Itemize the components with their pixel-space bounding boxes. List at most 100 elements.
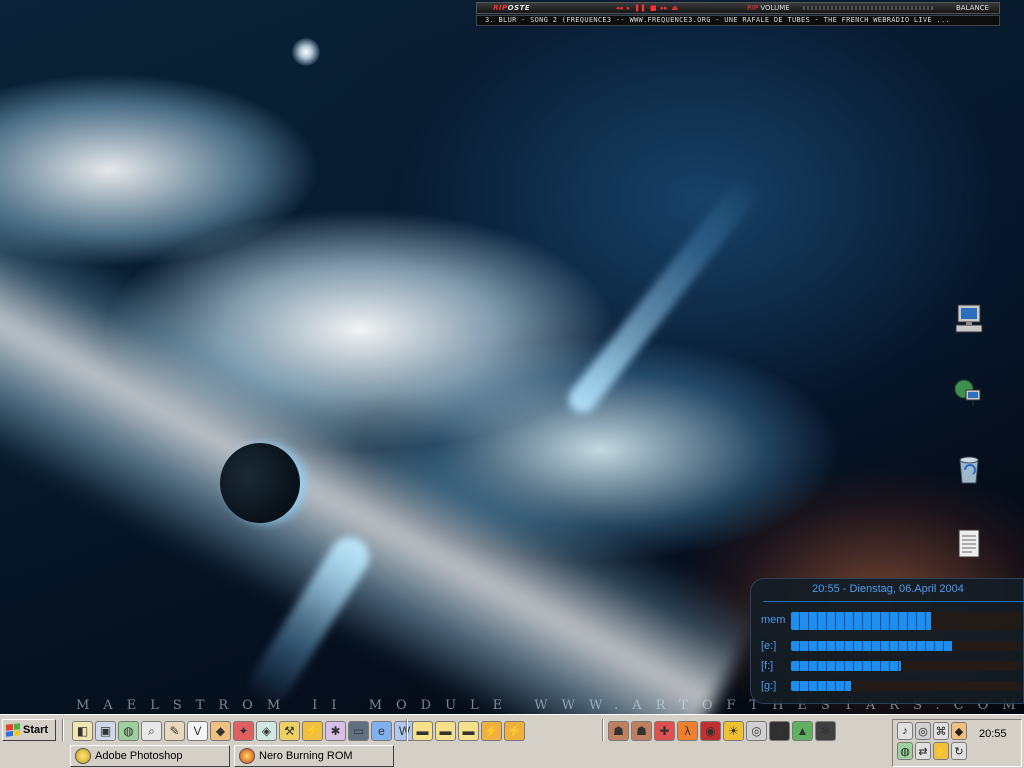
previous-button[interactable]: ◂◂ [616, 4, 623, 12]
galaxy-band [0, 140, 763, 714]
folder-icon[interactable]: ▬ [458, 721, 479, 741]
task-label: Nero Burning ROM [259, 750, 353, 762]
monitor-row-mem: mem [761, 612, 1021, 630]
computer-icon [955, 304, 983, 333]
drive-e-usage-fill [791, 641, 952, 651]
light-jet-upper [562, 172, 764, 419]
monitor-divider [763, 601, 1024, 602]
nero-icon [239, 748, 255, 764]
folder-icon[interactable]: ▬ [435, 721, 456, 741]
drive-g-usage-bar [791, 681, 1021, 691]
system-monitor-widget: 20:55 - Dienstag, 06.April 2004 mem [e:]… [750, 578, 1024, 704]
sierra-icon[interactable]: ▲ [792, 721, 813, 741]
paw-icon[interactable]: ✻ [815, 721, 836, 741]
player-logo[interactable]: RIPOSTE [477, 4, 557, 12]
vbasic-icon[interactable]: V [187, 721, 208, 741]
memory-usage-bar [791, 612, 1021, 630]
dreamweaver-icon[interactable]: ◈ [256, 721, 277, 741]
speaker-icon[interactable]: ♪ [897, 722, 913, 740]
disc-icon[interactable]: ◎ [746, 721, 767, 741]
drive-f-usage-bar [791, 661, 1021, 671]
start-button[interactable]: Start [2, 719, 56, 741]
game-icon[interactable]: ☗ [631, 721, 652, 741]
half-life-icon[interactable]: λ [677, 721, 698, 741]
pause-button[interactable]: ❚❚ [634, 4, 646, 12]
quicklaunch-group-2: ▬ ▬ ▬ ⚡ ⚡ [412, 720, 525, 742]
quicklaunch-separator [62, 719, 64, 741]
drive-g-usage-fill [791, 681, 851, 691]
quicklaunch-group-1: ◧ ▣ ◍ ⌕ ✎ V ◆ ✦ ◈ ⚒ ⚡ ✱ ▭ e W [72, 720, 415, 742]
update-icon[interactable]: ↻ [951, 742, 967, 760]
recycle-bin-desktop-icon[interactable] [950, 450, 988, 488]
network-icon [954, 379, 981, 406]
brush-icon[interactable]: ✎ [164, 721, 185, 741]
quake-icon[interactable]: ◉ [700, 721, 721, 741]
taskbar-clock[interactable]: 20:55 [979, 728, 1007, 740]
eject-button[interactable]: ⏏ [672, 4, 679, 12]
notepad-icon [958, 529, 980, 558]
monitor-row-label: mem [761, 614, 786, 626]
app-icon[interactable]: ◆ [951, 722, 967, 740]
search-icon[interactable]: ⌕ [141, 721, 162, 741]
player-controls: ◂◂ ▸ ❚❚ ■ ▸▸ ⏏ [557, 4, 737, 12]
tray-icons: ♪ ◎ ⌘ ◆ ◍ ⇄ ⚡ ↻ [897, 722, 969, 760]
taskbar: Start ◧ ▣ ◍ ⌕ ✎ V ◆ ✦ ◈ ⚒ ⚡ ✱ ▭ e W ▬ ▬ ▬ ⚡ ⚡ ☗ ☗ ✚ λ ◉ ☀ ◎ ● ▲ ✻ A… [0, 714, 1024, 768]
my-computer-desktop-icon[interactable] [950, 300, 988, 338]
task-buttons: Adobe Photoshop Nero Burning ROM [70, 745, 394, 768]
monitor-row-drive-f: [f:] [761, 658, 1021, 674]
monitor-row-drive-g: [g:] [761, 678, 1021, 694]
cross-icon[interactable]: ✚ [654, 721, 675, 741]
planet [220, 443, 300, 523]
network-places-desktop-icon[interactable] [950, 374, 988, 412]
usb-icon[interactable]: ⌘ [933, 722, 949, 740]
volume-label: RIP VOLUME [747, 4, 790, 12]
photoshop-icon [75, 748, 91, 764]
quicklaunch-separator [406, 719, 408, 741]
monitor-datetime: 20:55 - Dienstag, 06.April 2004 [812, 583, 964, 595]
folder-icon[interactable]: ▬ [412, 721, 433, 741]
volume-slider[interactable] [803, 6, 933, 10]
fireworks-icon[interactable]: ✱ [325, 721, 346, 741]
disc-icon[interactable]: ◎ [915, 722, 931, 740]
stop-button[interactable]: ■ [650, 4, 657, 12]
media-player: RIPOSTE ◂◂ ▸ ❚❚ ■ ▸▸ ⏏ RIP VOLUME BALANC… [476, 2, 1000, 26]
monitor-row-label: [e:] [761, 640, 777, 652]
next-button[interactable]: ▸▸ [661, 4, 668, 12]
game-icon[interactable]: ☗ [608, 721, 629, 741]
player-control-bar: RIPOSTE ◂◂ ▸ ❚❚ ■ ▸▸ ⏏ RIP VOLUME BALANC… [476, 2, 1000, 14]
tool-icon[interactable]: ⚒ [279, 721, 300, 741]
quicklaunch-separator [602, 719, 604, 741]
winamp-icon[interactable]: ⚡ [504, 721, 525, 741]
sun-icon[interactable]: ☀ [723, 721, 744, 741]
winamp-icon[interactable]: ⚡ [481, 721, 502, 741]
show-desktop-icon[interactable]: ◧ [72, 721, 93, 741]
acrobat-icon[interactable]: ✦ [233, 721, 254, 741]
recycle-bin-icon [959, 456, 979, 484]
now-playing-ticker: 3. BLUR - SONG 2 (FREQUENCE3 -- WWW.FREQ… [476, 15, 1000, 26]
memory-usage-fill [791, 612, 932, 630]
flash-icon[interactable]: ⚡ [933, 742, 949, 760]
task-button-nero[interactable]: Nero Burning ROM [234, 745, 394, 767]
monitor-row-label: [g:] [761, 680, 777, 692]
start-label: Start [23, 724, 49, 736]
windows-logo-icon [6, 723, 20, 737]
my-computer-icon[interactable]: ▣ [95, 721, 116, 741]
task-button-photoshop[interactable]: Adobe Photoshop [70, 745, 230, 767]
play-button[interactable]: ▸ [627, 4, 631, 12]
network-icon[interactable]: ◍ [897, 742, 913, 760]
terminal-icon[interactable]: ▭ [348, 721, 369, 741]
quicklaunch-group-3: ☗ ☗ ✚ λ ◉ ☀ ◎ ● ▲ ✻ [608, 720, 836, 742]
network-icon[interactable]: ◍ [118, 721, 139, 741]
monitor-row-drive-e: [e:] [761, 638, 1021, 654]
task-label: Adobe Photoshop [95, 750, 183, 762]
connection-icon[interactable]: ⇄ [915, 742, 931, 760]
aim-icon[interactable]: ● [769, 721, 790, 741]
app-icon[interactable]: ◆ [210, 721, 231, 741]
flash-icon[interactable]: ⚡ [302, 721, 323, 741]
ie-icon[interactable]: e [371, 721, 392, 741]
notepad-desktop-icon[interactable] [950, 525, 988, 563]
monitor-row-label: [f:] [761, 660, 774, 672]
bright-star [292, 38, 320, 66]
system-tray: ♪ ◎ ⌘ ◆ ◍ ⇄ ⚡ ↻ 20:55 [892, 719, 1022, 767]
balance-label[interactable]: BALANCE [939, 4, 999, 12]
